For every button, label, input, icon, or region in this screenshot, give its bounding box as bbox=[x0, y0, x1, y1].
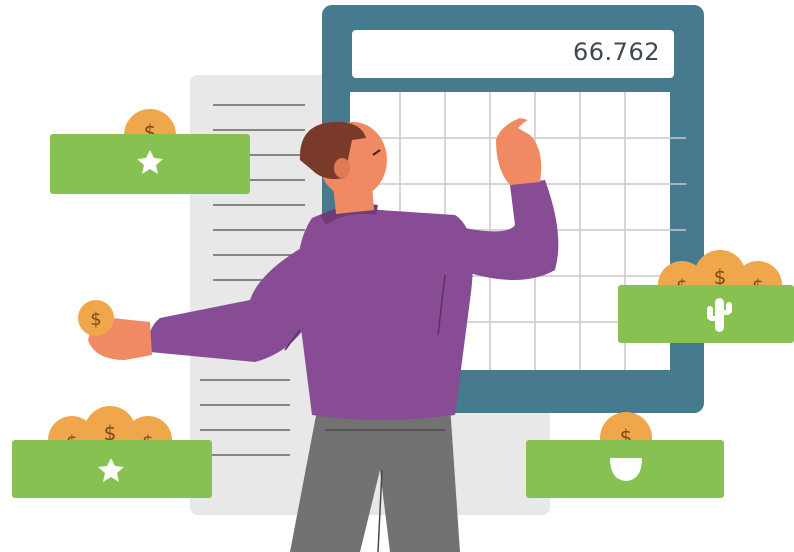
svg-text:$: $ bbox=[90, 309, 101, 330]
coin-card-bottom-right: $ bbox=[526, 412, 724, 498]
calculator-display-value: 66.762 bbox=[573, 38, 660, 66]
coin-card-bottom-left: $ $ $ bbox=[12, 406, 212, 498]
illustration: $ $ $ $ $ $ $ $ bbox=[12, 5, 794, 552]
